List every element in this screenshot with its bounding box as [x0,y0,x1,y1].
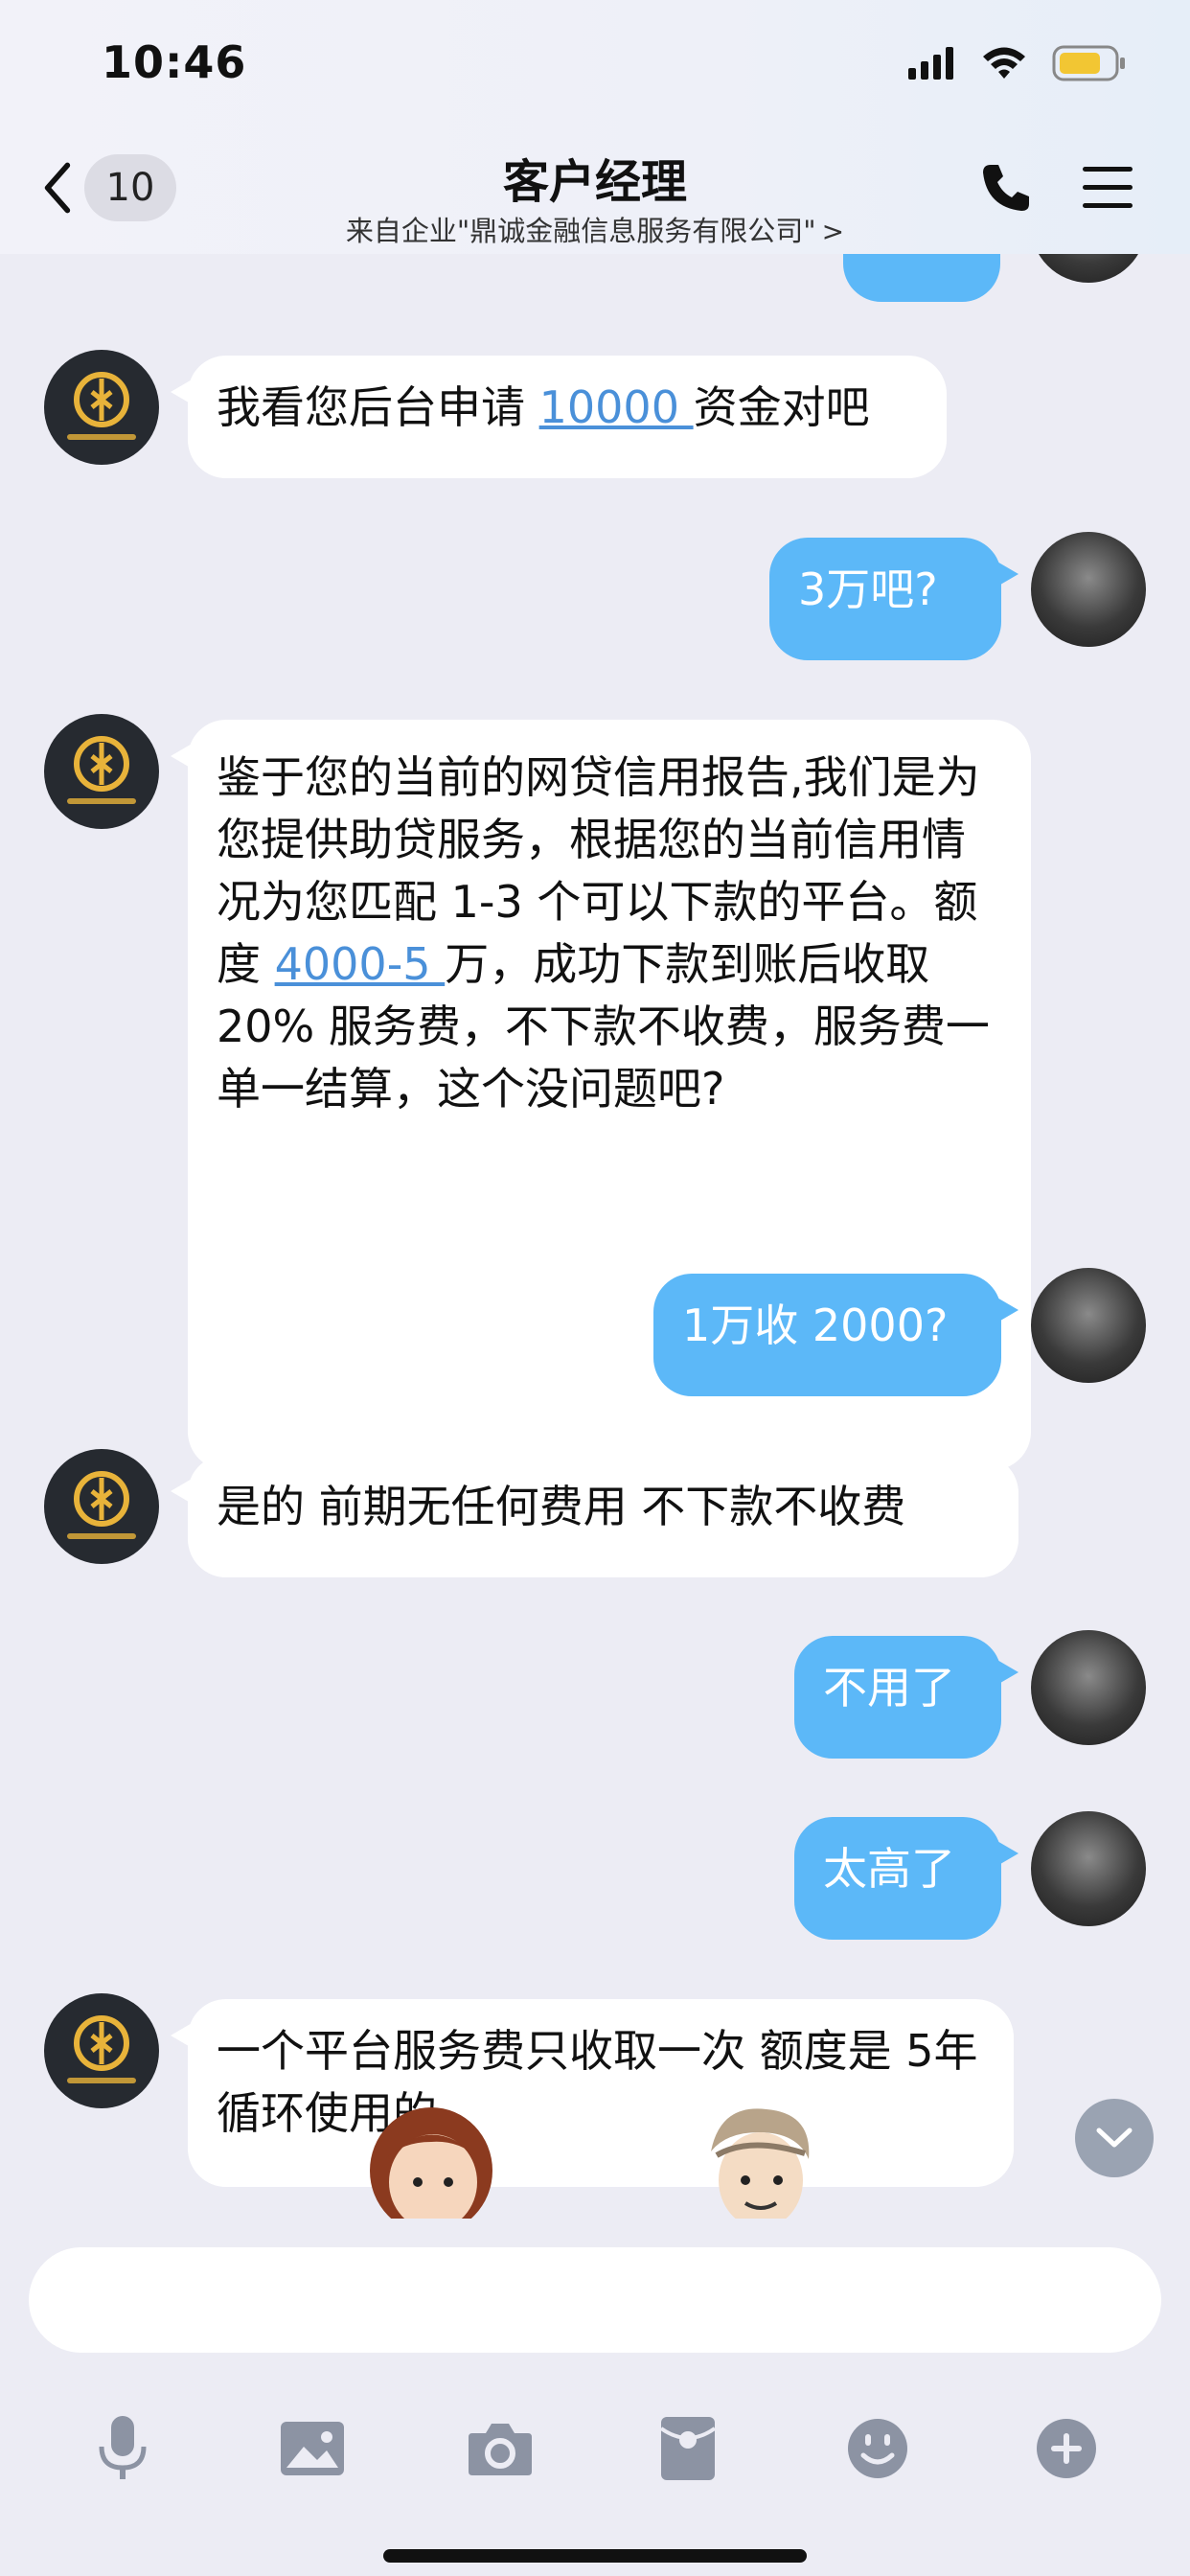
user-avatar[interactable] [1031,532,1146,647]
microphone-icon [99,2416,147,2479]
image-icon [281,2422,344,2475]
user-avatar[interactable] [1031,1630,1146,1745]
agent-avatar[interactable] [44,1993,159,2108]
message-input[interactable] [29,2247,1161,2353]
company-logo-icon [67,372,136,440]
status-icons [908,40,1127,86]
home-indicator [383,2549,807,2563]
battery-icon [1052,45,1125,81]
message-bubble: 3万吧? [769,538,1018,660]
camera-button[interactable] [462,2410,538,2487]
message-bubble: 一个平台服务费只收取一次 额度是 5年循环使用的 [171,1999,1014,2187]
company-logo-icon [67,1471,136,1539]
chat-area[interactable]: 我看您后台申请 10000 资金对吧 3万吧? 鉴于您的当前的网贷信用报告,我们… [0,254,1190,2219]
message-bubble: 是的 前期无任何费用 不下款不收费 [171,1455,1018,1577]
agent-avatar[interactable] [44,350,159,465]
plus-icon [1037,2419,1096,2478]
agent-avatar[interactable] [44,714,159,829]
user-avatar[interactable] [1031,1268,1146,1383]
message-bubble: 我看您后台申请 10000 资金对吧 [171,356,947,478]
amount-link[interactable]: 4000-5 [275,938,446,990]
message-bubble-partial [843,254,1000,302]
cellular-signal-icon [908,47,953,80]
company-subtitle-text: 来自企业"鼎诚金融信息服务有限公司" [345,215,816,247]
agent-avatar[interactable] [44,1449,159,1564]
phone-icon[interactable] [979,161,1033,215]
message-text: 一个平台服务费只收取一次 额度是 5年循环使用的 [217,2025,978,2139]
input-toolbar [0,2410,1190,2516]
user-avatar[interactable] [1031,1811,1146,1926]
scroll-to-bottom-button[interactable] [1075,2099,1154,2177]
chevron-right-icon: > [821,216,845,247]
amount-link[interactable]: 10000 [539,381,694,433]
input-panel [0,2219,1190,2576]
red-packet-icon [659,2417,717,2480]
message-text: 资金对吧 [693,381,870,433]
emoji-icon [848,2419,907,2478]
header: 10:46 10 客户经理 来自企业"鼎诚金融信息服务有限公司" > [0,0,1190,254]
message-bubble: 不用了 [794,1636,1018,1759]
message-bubble: 太高了 [794,1817,1018,1940]
status-time: 10:46 [102,36,247,88]
red-packet-button[interactable] [650,2410,726,2487]
message-text: 太高了 [823,1843,955,1895]
company-subtitle[interactable]: 来自企业"鼎诚金融信息服务有限公司" > [0,209,1190,249]
message-text: 是的 前期无任何费用 不下款不收费 [217,1481,906,1532]
menu-icon[interactable] [1081,161,1134,215]
message-text: 不用了 [823,1662,955,1714]
emoji-button[interactable] [839,2410,916,2487]
voice-button[interactable] [84,2410,161,2487]
camera-icon [469,2424,532,2475]
wifi-icon [983,47,1025,79]
company-logo-icon [67,736,136,804]
message-text: 1万收 2000? [682,1300,949,1351]
cartoon-boy-sticker [711,2108,810,2219]
cartoon-girl-sticker [370,2107,492,2219]
company-logo-icon [67,2015,136,2083]
message-text: 3万吧? [798,564,938,615]
message-text: 我看您后台申请 [217,381,539,433]
user-avatar[interactable] [1031,254,1146,283]
more-button[interactable] [1028,2410,1105,2487]
chevron-down-icon [1096,2128,1133,2148]
message-bubble: 1万收 2000? [653,1274,1018,1396]
image-button[interactable] [274,2410,351,2487]
